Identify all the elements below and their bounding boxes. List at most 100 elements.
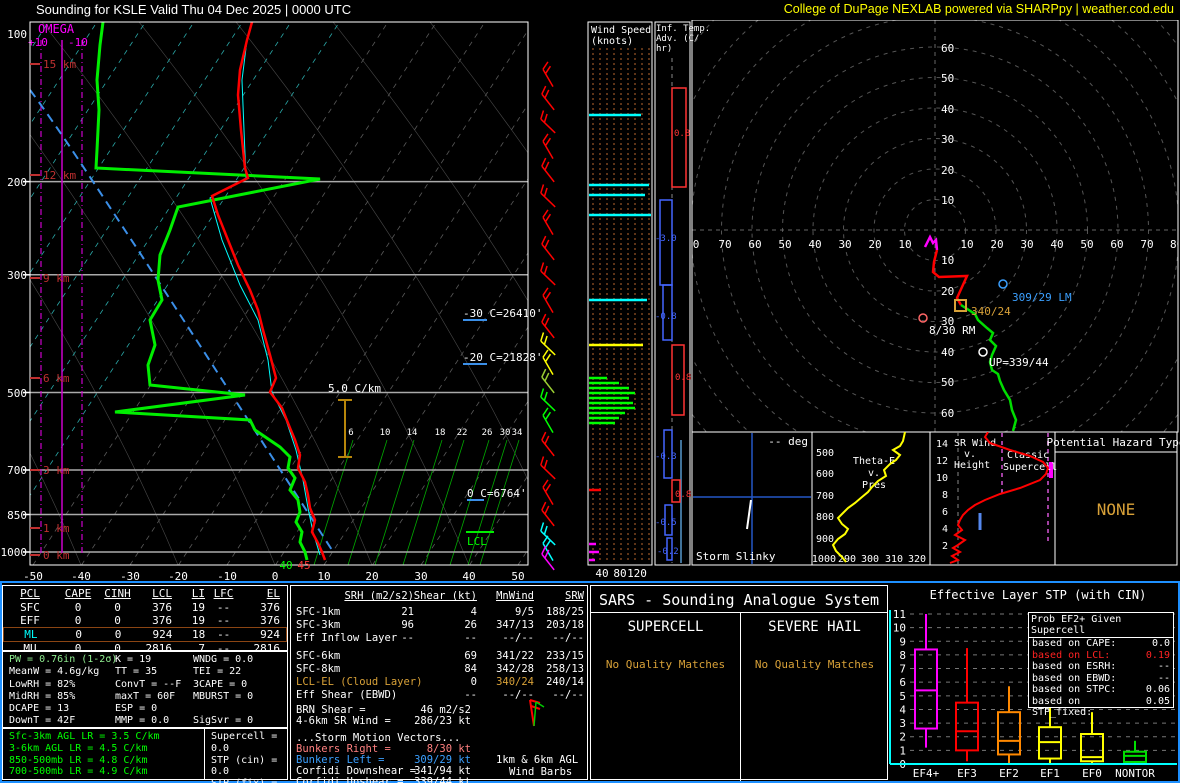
svg-text:0.8: 0.8 bbox=[674, 129, 690, 139]
omega-minus10-label: -10 bbox=[68, 36, 88, 49]
dry-adiabats bbox=[30, 22, 528, 565]
stp-box bbox=[914, 648, 938, 730]
svg-text:Supercell: Supercell bbox=[1003, 462, 1057, 473]
stp-category-label: EF3 bbox=[957, 767, 977, 780]
divider bbox=[740, 612, 741, 781]
stp-y-tick-label: 1 bbox=[899, 744, 906, 757]
svg-text:60: 60 bbox=[941, 407, 954, 420]
stp-category-label: EF2 bbox=[999, 767, 1019, 780]
svg-text:300: 300 bbox=[861, 554, 879, 565]
prob-row: based on STP_fixed: 0.05 bbox=[1032, 695, 1170, 719]
stp-y-tick-label: 5 bbox=[899, 690, 906, 703]
svg-text:30: 30 bbox=[941, 133, 954, 146]
wind-barb-icon bbox=[541, 431, 555, 457]
svg-text:-3.0: -3.0 bbox=[655, 234, 677, 244]
svg-text:30: 30 bbox=[500, 428, 511, 438]
wind-barb-icon bbox=[541, 235, 555, 261]
stp-box bbox=[1123, 750, 1147, 763]
parcel-table: PCL CAPE CINH LCL LI LFC EL SFC 0 0 376 19… bbox=[2, 585, 288, 655]
svg-text:80: 80 bbox=[613, 567, 626, 580]
svg-text:10: 10 bbox=[960, 238, 973, 251]
divider bbox=[204, 729, 205, 779]
svg-text:15 km: 15 km bbox=[43, 58, 76, 71]
stp-y-tick-label: 6 bbox=[899, 676, 906, 689]
svg-text:40: 40 bbox=[1050, 238, 1063, 251]
stp-y-tick-label: 4 bbox=[899, 703, 906, 716]
thermo-col2: K = 19 TT = 35 ConvT = --F maxT = 60F ESP … bbox=[115, 654, 182, 727]
svg-text:500: 500 bbox=[816, 448, 834, 459]
svg-text:1 km: 1 km bbox=[43, 522, 70, 535]
temp-adv-values: 0.8 -3.0 -0.8 0.8 -0.3 0.8 -0.5 -0.2 bbox=[655, 129, 691, 557]
isotherm-line bbox=[129, 22, 486, 565]
svg-text:0 km: 0 km bbox=[43, 549, 70, 562]
composite-indices: Supercell = 0.0STP (cin) = 0.0 STP (fix)… bbox=[211, 731, 278, 783]
mixing-ratio-labels: 6 10 14 18 22 26 30 34 bbox=[348, 428, 522, 438]
stp-y-tick-label: 11 bbox=[893, 608, 906, 621]
svg-text:6 km: 6 km bbox=[43, 372, 70, 385]
wind-barb-icon bbox=[542, 407, 554, 434]
wind-barb-icon bbox=[542, 349, 554, 376]
wind-barb-icon bbox=[542, 133, 554, 160]
wind-barb-icon bbox=[540, 388, 556, 412]
svg-text:0.8: 0.8 bbox=[675, 490, 691, 500]
dry-adiabat-line bbox=[30, 279, 179, 565]
svg-text:8: 8 bbox=[942, 490, 948, 501]
slinky-title: Storm Slinky bbox=[696, 550, 776, 563]
isotherm-line bbox=[517, 548, 528, 565]
stp-y-tick-label: 8 bbox=[899, 649, 906, 662]
barb-caption: 1km & 6km AGL bbox=[496, 754, 579, 766]
hodograph-border bbox=[691, 20, 1179, 433]
wind-barb-icon bbox=[540, 262, 556, 286]
stp-category-label: EF4+ bbox=[913, 767, 940, 780]
svg-text:50: 50 bbox=[941, 376, 954, 389]
sounding-graphics: OMEGA +10 -10 100 200 300 500 700 850 10… bbox=[1, 20, 1180, 582]
svg-text:22: 22 bbox=[457, 428, 468, 438]
slinky-deg-label: -- deg bbox=[768, 435, 808, 448]
svg-text:34: 34 bbox=[512, 428, 523, 438]
surface-temp-label: 45 bbox=[297, 559, 310, 572]
hodograph-ring bbox=[692, 20, 1178, 432]
omega-plus10-label: +10 bbox=[28, 36, 48, 49]
isotherm-line bbox=[30, 22, 243, 348]
table-row: SFC 0 0 376 19 -- 376 bbox=[20, 601, 280, 614]
table-row: EFF 0 0 376 19 -- 376 bbox=[20, 614, 280, 627]
stp-y-tick-label: 7 bbox=[899, 663, 906, 676]
stp-y-tick-label: 10 bbox=[893, 622, 906, 635]
dry-adiabat-line bbox=[429, 22, 528, 154]
kinematics-row: Eff Inflow Layer -- -- --/-- --/-- bbox=[296, 632, 584, 644]
mixing-ratio-line bbox=[424, 439, 465, 565]
prob-table-title: Prob EF2+ Given Supercell bbox=[1029, 613, 1173, 638]
sars-hail-header: SEVERE HAIL bbox=[768, 619, 861, 635]
thetae-curve bbox=[831, 431, 906, 563]
svg-text:60: 60 bbox=[1110, 238, 1123, 251]
isotherm-line bbox=[30, 22, 146, 200]
svg-text:2: 2 bbox=[942, 541, 948, 552]
svg-text:500: 500 bbox=[7, 387, 27, 400]
barb-caption: Wind Barbs bbox=[509, 766, 573, 778]
prob-ef2-table: Prob EF2+ Given Supercell based on CAPE:… bbox=[1028, 612, 1174, 719]
wind-barb-icon bbox=[542, 479, 554, 506]
stp-y-tick-label: 2 bbox=[899, 731, 906, 744]
wind-speed-title-1: Wind Speed bbox=[591, 25, 651, 36]
sars-supercell-header: SUPERCELL bbox=[627, 619, 704, 635]
divider bbox=[591, 612, 887, 613]
minus20c-height-label: -20 C=21828' bbox=[463, 351, 542, 364]
svg-text:850: 850 bbox=[7, 509, 27, 522]
isotherm-line bbox=[178, 29, 528, 565]
wind-barb-icon bbox=[541, 157, 555, 183]
svg-text:14: 14 bbox=[407, 428, 418, 438]
isotherm-line bbox=[615, 22, 970, 565]
zeroc-height-label: 0 C=6764' bbox=[467, 487, 527, 500]
classic-supercell-annotation: Classic Supercell bbox=[1003, 450, 1057, 473]
svg-text:20: 20 bbox=[941, 164, 954, 177]
svg-text:50: 50 bbox=[778, 238, 791, 251]
brand-credit: College of DuPage NEXLAB powered via SHA… bbox=[783, 2, 1174, 16]
pressure-gridlines bbox=[30, 180, 528, 553]
svg-text:50: 50 bbox=[941, 72, 954, 85]
page-title: Sounding for KSLE Valid Thu 04 Dec 2025 … bbox=[36, 2, 352, 17]
wind-barb-icon bbox=[542, 209, 554, 236]
isotherm-line bbox=[30, 22, 195, 274]
surface-dewpoint-label: 40 bbox=[279, 559, 292, 572]
svg-text:800: 800 bbox=[816, 512, 834, 523]
svg-text:-0.8: -0.8 bbox=[655, 312, 677, 322]
